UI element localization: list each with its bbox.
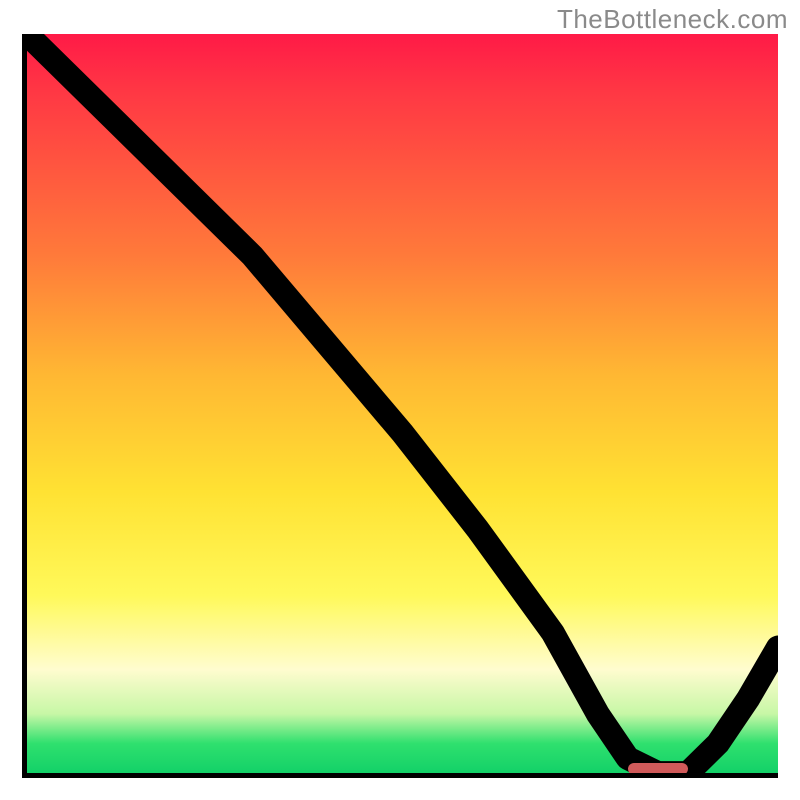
bottleneck-curve-svg bbox=[27, 34, 778, 773]
watermark-text: TheBottleneck.com bbox=[557, 4, 788, 35]
chart-frame: TheBottleneck.com bbox=[0, 0, 800, 800]
highlight-range-marker bbox=[628, 763, 688, 775]
bottleneck-curve-path bbox=[27, 34, 778, 773]
chart-plot-area bbox=[22, 34, 778, 778]
